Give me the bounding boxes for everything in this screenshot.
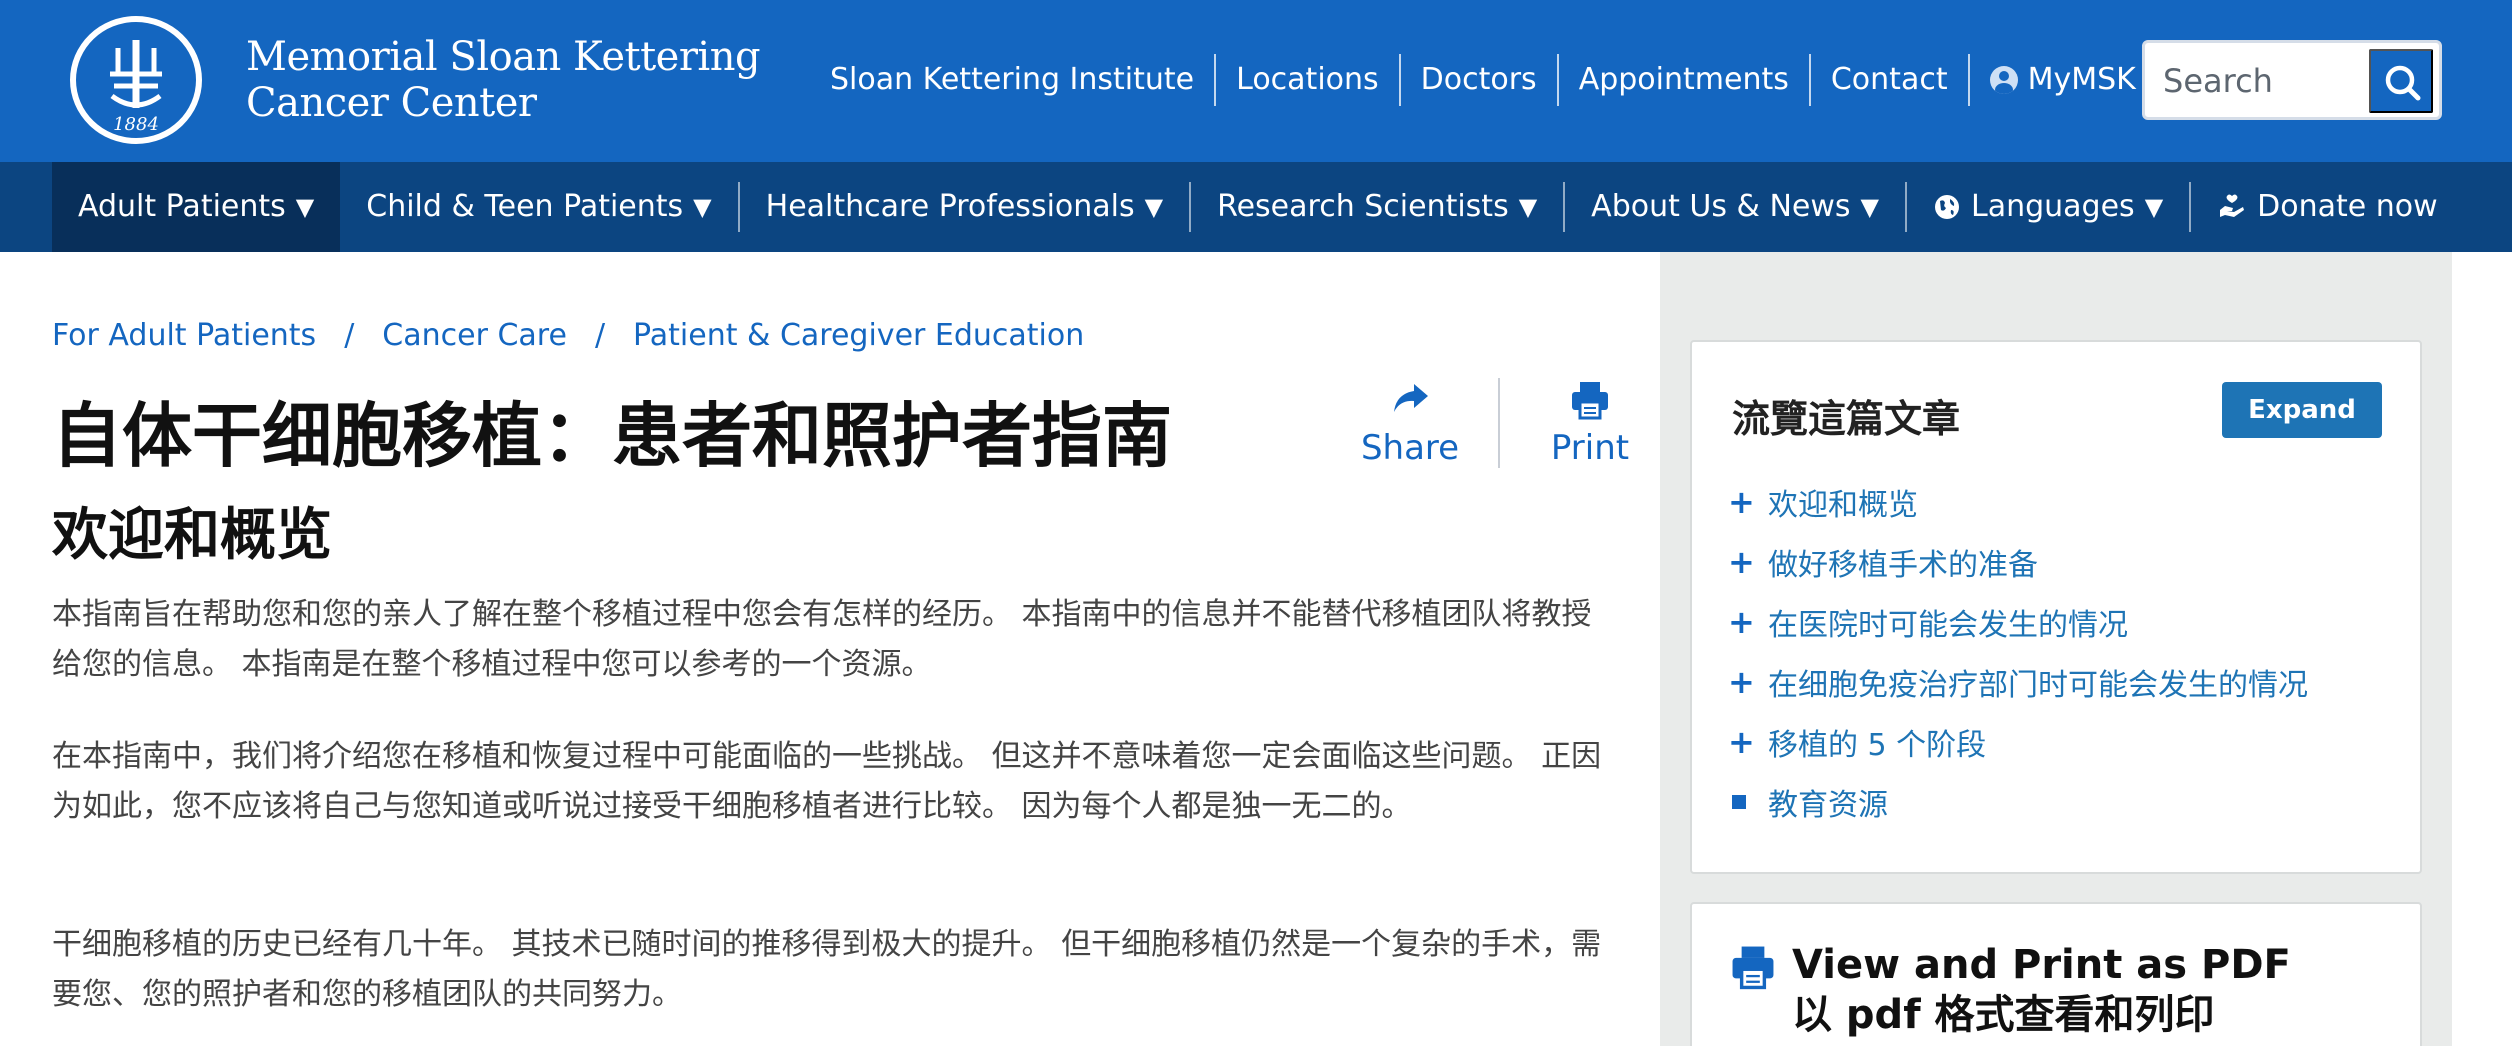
util-link-sloan-kettering-institute[interactable]: Sloan Kettering Institute — [812, 54, 1214, 106]
globe-icon — [1935, 195, 1959, 219]
chevron-down-icon: ▼ — [1860, 193, 1879, 221]
nav-child-teen-label: Child & Teen Patients — [366, 189, 684, 224]
pdf-card[interactable]: View and Print as PDF 以 pdf 格式查看和列印 — [1690, 902, 2422, 1046]
toc-item[interactable]: + 在医院时可能会发生的情况 — [1728, 592, 2308, 652]
nav-adult-patients[interactable]: Adult Patients ▼ — [52, 162, 341, 252]
toc-item[interactable]: 教育资源 — [1728, 772, 2308, 832]
share-icon — [1394, 384, 1428, 412]
logo-year: 1884 — [113, 114, 159, 135]
msk-logo-emblem: 1884 — [70, 16, 202, 144]
nav-donate-label: Donate now — [2257, 189, 2438, 224]
body-paragraph: 本指南旨在帮助您和您的亲人了解在整个移植过程中您会有怎样的经历。 本指南中的信息… — [52, 597, 1592, 682]
search-button[interactable] — [2369, 49, 2433, 113]
toc-item-label[interactable]: 在细胞免疫治疗部门时可能会发生的情况 — [1768, 660, 2308, 704]
util-link-appointments[interactable]: Appointments — [1556, 54, 1809, 106]
site-header: 1884 Memorial Sloan Kettering Cancer Cen… — [0, 0, 2512, 162]
plus-icon[interactable]: + — [1728, 483, 1768, 521]
section-title: 欢迎和概览 — [52, 502, 332, 568]
nav-languages[interactable]: Languages ▼ — [1907, 162, 2189, 252]
utility-nav: Sloan Kettering Institute Locations Doct… — [812, 54, 2156, 106]
main-nav: Adult Patients ▼ Child & Teen Patients ▼… — [0, 162, 2512, 252]
pdf-title-line-2: 以 pdf 格式查看和列印 — [1792, 992, 2215, 1038]
util-link-locations[interactable]: Locations — [1214, 54, 1399, 106]
square-bullet-icon — [1732, 795, 1746, 809]
plus-icon[interactable]: + — [1728, 543, 1768, 581]
msk-logo[interactable]: 1884 Memorial Sloan Kettering Cancer Cen… — [70, 16, 761, 144]
pdf-title[interactable]: View and Print as PDF 以 pdf 格式查看和列印 — [1792, 940, 2291, 1040]
nav-research-label: Research Scientists — [1217, 189, 1509, 224]
toc-list: + 欢迎和概览 + 做好移植手术的准备 + 在医院时可能会发生的情况 + 在细胞… — [1728, 472, 2308, 832]
search-icon — [2385, 65, 2421, 101]
logo-line-2: Cancer Center — [246, 80, 537, 126]
toc-item[interactable]: + 移植的 5 个阶段 — [1728, 712, 2308, 772]
toc-item[interactable]: + 做好移植手术的准备 — [1728, 532, 2308, 592]
chevron-down-icon: ▼ — [1144, 193, 1164, 221]
share-print-divider — [1498, 378, 1500, 468]
nav-research-scientists[interactable]: Research Scientists ▼ — [1191, 162, 1563, 252]
body-paragraph: 干细胞移植的历史已经有几十年。 其技术已随时间的推移得到极大的提升。 但干细胞移… — [52, 927, 1602, 1012]
util-link-doctors[interactable]: Doctors — [1398, 54, 1557, 106]
share-print-tools: Share Print — [1350, 378, 1650, 468]
print-icon — [1732, 946, 1774, 990]
plus-icon[interactable]: + — [1728, 603, 1768, 641]
breadcrumb: For Adult Patients / Cancer Care / Patie… — [52, 318, 1084, 353]
breadcrumb-separator: / — [344, 318, 355, 353]
expand-button[interactable]: Expand — [2222, 382, 2382, 438]
nav-languages-label: Languages — [1971, 189, 2135, 224]
chevron-down-icon: ▼ — [693, 193, 712, 221]
breadcrumb-patient-caregiver-education[interactable]: Patient & Caregiver Education — [633, 318, 1084, 353]
util-link-mymsk[interactable]: MyMSK — [1967, 54, 2156, 106]
share-label: Share — [1360, 428, 1460, 468]
print-icon — [1572, 382, 1608, 420]
util-link-contact[interactable]: Contact — [1808, 54, 1968, 106]
plus-icon[interactable]: + — [1728, 723, 1768, 761]
page-title: 自体干细胞移植：患者和照护者指南 — [52, 394, 1172, 477]
nav-healthcare-label: Healthcare Professionals — [765, 189, 1135, 224]
nav-donate-now[interactable]: Donate now — [2191, 162, 2464, 252]
mymsk-label: MyMSK — [2027, 62, 2136, 97]
nav-healthcare-professionals[interactable]: Healthcare Professionals ▼ — [740, 162, 1189, 252]
pdf-title-line-1: View and Print as PDF — [1792, 942, 2291, 988]
breadcrumb-separator: / — [594, 318, 606, 353]
toc-item-label[interactable]: 在医院时可能会发生的情况 — [1768, 600, 2128, 644]
toc-card: 流覽這篇文章 Expand + 欢迎和概览 + 做好移植手术的准备 + 在医院时… — [1690, 340, 2422, 874]
logo-line-1: Memorial Sloan Kettering — [246, 34, 761, 80]
toc-item[interactable]: + 在细胞免疫治疗部门时可能会发生的情况 — [1728, 652, 2308, 712]
donate-icon — [2220, 194, 2245, 217]
nav-adult-patients-label: Adult Patients — [78, 189, 286, 224]
share-button[interactable]: Share — [1350, 378, 1470, 468]
plus-icon[interactable]: + — [1728, 663, 1768, 701]
breadcrumb-for-adult-patients[interactable]: For Adult Patients — [52, 318, 316, 353]
body-paragraph: 在本指南中，我们将介绍您在移植和恢复过程中可能面临的一些挑战。 但这并不意味着您… — [52, 739, 1602, 824]
chevron-down-icon: ▼ — [295, 193, 315, 221]
nav-child-teen-patients[interactable]: Child & Teen Patients ▼ — [340, 162, 737, 252]
chevron-down-icon: ▼ — [1518, 193, 1538, 221]
logo-wordmark: Memorial Sloan Kettering Cancer Center — [246, 34, 761, 126]
toc-item-label[interactable]: 欢迎和概览 — [1768, 480, 1918, 524]
search-box — [2142, 40, 2442, 120]
toc-title: 流覽這篇文章 — [1732, 397, 1961, 441]
toc-item-label[interactable]: 教育资源 — [1768, 780, 1888, 824]
toc-item-label[interactable]: 做好移植手术的准备 — [1768, 540, 2038, 584]
toc-item-label[interactable]: 移植的 5 个阶段 — [1768, 720, 1986, 764]
print-button[interactable]: Print — [1530, 378, 1650, 468]
user-icon — [1989, 66, 2018, 94]
chevron-down-icon: ▼ — [2144, 193, 2164, 221]
breadcrumb-cancer-care[interactable]: Cancer Care — [382, 318, 567, 353]
search-input[interactable] — [2163, 51, 2363, 111]
print-label: Print — [1550, 428, 1630, 468]
nav-about-label: About Us & News — [1591, 189, 1851, 224]
nav-about-us-news[interactable]: About Us & News ▼ — [1565, 162, 1905, 252]
toc-item[interactable]: + 欢迎和概览 — [1728, 472, 2308, 532]
